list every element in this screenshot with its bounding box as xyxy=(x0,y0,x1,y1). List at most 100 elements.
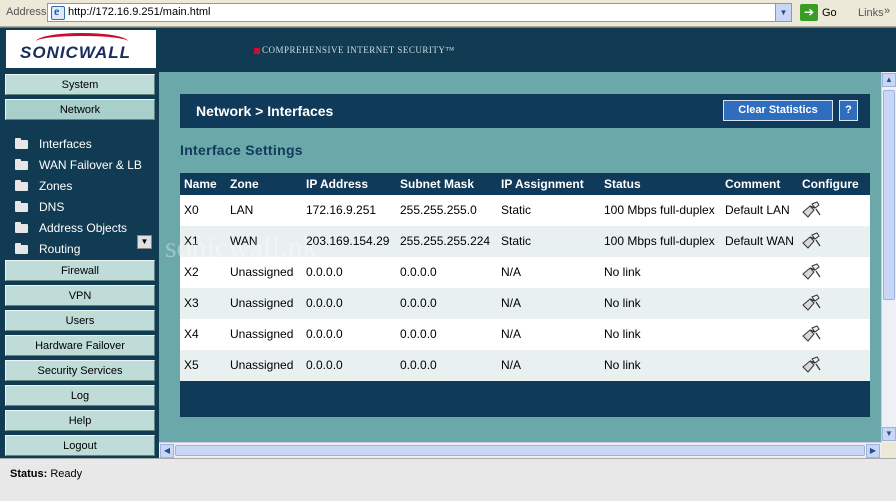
configure-icon[interactable] xyxy=(800,355,822,375)
submenu-zones[interactable]: Zones xyxy=(15,177,150,195)
folder-icon xyxy=(15,201,28,212)
col-zone: Zone xyxy=(230,177,259,191)
page-title: Network > Interfaces xyxy=(196,103,334,119)
nav-users[interactable]: Users xyxy=(5,310,155,331)
table-footer xyxy=(180,381,870,417)
status-bar: Status: Ready xyxy=(0,458,896,501)
configure-icon[interactable] xyxy=(800,324,822,344)
cell-mask: 255.255.255.224 xyxy=(400,234,491,248)
cell-comment: Default LAN xyxy=(725,203,790,217)
cell-zone: LAN xyxy=(230,203,254,217)
configure-icon[interactable] xyxy=(800,231,822,251)
url-text: http://172.16.9.251/main.html xyxy=(68,6,211,18)
chevron-down-icon[interactable]: ▼ xyxy=(775,4,791,21)
cell-assignment: Static xyxy=(501,203,532,217)
nav-help[interactable]: Help xyxy=(5,410,155,431)
nav-vpn[interactable]: VPN xyxy=(5,285,155,306)
cell-status: No link xyxy=(604,265,641,279)
page-icon xyxy=(51,4,65,20)
col-configure: Configure xyxy=(802,177,859,191)
table-row: X3 Unassigned 0.0.0.0 0.0.0.0 N/A No link xyxy=(180,288,870,319)
cell-status: No link xyxy=(604,358,641,372)
nav-log[interactable]: Log xyxy=(5,385,155,406)
cell-comment: Default WAN xyxy=(725,234,794,248)
scroll-left-icon[interactable]: ◀ xyxy=(160,444,174,458)
cell-mask: 255.255.255.0 xyxy=(400,203,477,217)
links-button[interactable]: Links xyxy=(858,7,884,19)
table-row: X1 WAN 203.169.154.29 255.255.255.224 Static… xyxy=(180,226,870,257)
submenu-label: Zones xyxy=(39,179,73,193)
scroll-down-icon[interactable]: ▼ xyxy=(882,427,896,441)
tagline-text: COMPREHENSIVE INTERNET SECURITY™ xyxy=(262,45,455,55)
cell-zone: Unassigned xyxy=(230,358,294,372)
go-button[interactable]: Go xyxy=(822,7,837,19)
configure-icon[interactable] xyxy=(800,200,822,220)
submenu-scroll-down-icon[interactable]: ▼ xyxy=(137,235,152,249)
cell-mask: 0.0.0.0 xyxy=(400,296,437,310)
nav-security-services[interactable]: Security Services xyxy=(5,360,155,381)
cell-ip: 203.169.154.29 xyxy=(306,234,390,248)
nav-system[interactable]: System xyxy=(5,74,155,95)
cell-name: X2 xyxy=(184,265,199,279)
content-panel: Network > Interfaces Clear Statistics ? … xyxy=(159,72,881,442)
cell-name: X4 xyxy=(184,327,199,341)
clear-statistics-button[interactable]: Clear Statistics xyxy=(723,100,833,121)
col-mask: Subnet Mask xyxy=(400,177,475,191)
col-name: Name xyxy=(184,177,217,191)
submenu-label: Address Objects xyxy=(39,221,128,235)
cell-mask: 0.0.0.0 xyxy=(400,327,437,341)
cell-mask: 0.0.0.0 xyxy=(400,265,437,279)
table-row: X2 Unassigned 0.0.0.0 0.0.0.0 N/A No link xyxy=(180,257,870,288)
vertical-scrollbar[interactable]: ▲ ▼ xyxy=(881,72,896,442)
table-row: X0 LAN 172.16.9.251 255.255.255.0 Static 100 … xyxy=(180,195,870,226)
status-text: Status: Ready xyxy=(10,468,82,480)
horizontal-scroll-thumb[interactable] xyxy=(175,445,865,456)
table-row: X5 Unassigned 0.0.0.0 0.0.0.0 N/A No link xyxy=(180,350,870,381)
horizontal-scrollbar[interactable]: ◀ ▶ xyxy=(159,442,881,458)
cell-zone: Unassigned xyxy=(230,265,294,279)
table-header: Name Zone IP Address Subnet Mask IP Assi… xyxy=(180,173,870,195)
submenu-address-objects[interactable]: Address Objects xyxy=(15,219,150,237)
nav-logout[interactable]: Logout xyxy=(5,435,155,456)
go-arrow-icon[interactable]: ➔ xyxy=(800,4,818,21)
submenu-label: Routing xyxy=(39,242,81,256)
cell-name: X0 xyxy=(184,203,199,217)
submenu-routing[interactable]: Routing xyxy=(15,240,150,258)
address-label: Address xyxy=(6,6,47,18)
nav-hardware-failover[interactable]: Hardware Failover xyxy=(5,335,155,356)
cell-mask: 0.0.0.0 xyxy=(400,358,437,372)
configure-icon[interactable] xyxy=(800,293,822,313)
chevron-right-icon[interactable]: » xyxy=(884,5,890,17)
cell-status: No link xyxy=(604,296,641,310)
help-button[interactable]: ? xyxy=(839,100,858,121)
cell-name: X5 xyxy=(184,358,199,372)
cell-status: No link xyxy=(604,327,641,341)
table-row: X4 Unassigned 0.0.0.0 0.0.0.0 N/A No link xyxy=(180,319,870,350)
nav-network[interactable]: Network xyxy=(5,99,155,120)
folder-icon xyxy=(15,159,28,170)
url-input[interactable]: http://172.16.9.251/main.html ▼ xyxy=(47,3,792,22)
submenu-wan-failover[interactable]: WAN Failover & LB xyxy=(15,156,150,174)
cell-assignment: N/A xyxy=(501,296,522,310)
col-status: Status xyxy=(604,177,641,191)
scroll-corner xyxy=(881,442,896,458)
app-header: SONICWALL COMPREHENSIVE INTERNET SECURIT… xyxy=(0,27,896,73)
vertical-scroll-thumb[interactable] xyxy=(883,90,895,300)
scroll-right-icon[interactable]: ▶ xyxy=(866,444,880,458)
submenu-label: WAN Failover & LB xyxy=(39,158,142,172)
cell-ip: 0.0.0.0 xyxy=(306,296,343,310)
folder-icon xyxy=(15,243,28,254)
scroll-up-icon[interactable]: ▲ xyxy=(882,73,896,87)
folder-icon xyxy=(15,222,28,233)
submenu-interfaces[interactable]: Interfaces xyxy=(15,135,150,153)
cell-assignment: N/A xyxy=(501,265,522,279)
tagline-bullet-icon xyxy=(254,47,260,54)
status-value: Ready xyxy=(50,468,83,480)
cell-zone: WAN xyxy=(230,234,258,248)
col-comment: Comment xyxy=(725,177,781,191)
cell-zone: Unassigned xyxy=(230,327,294,341)
nav-firewall[interactable]: Firewall xyxy=(5,260,155,281)
configure-icon[interactable] xyxy=(800,262,822,282)
interfaces-table: Name Zone IP Address Subnet Mask IP Assi… xyxy=(180,173,870,417)
submenu-dns[interactable]: DNS xyxy=(15,198,150,216)
